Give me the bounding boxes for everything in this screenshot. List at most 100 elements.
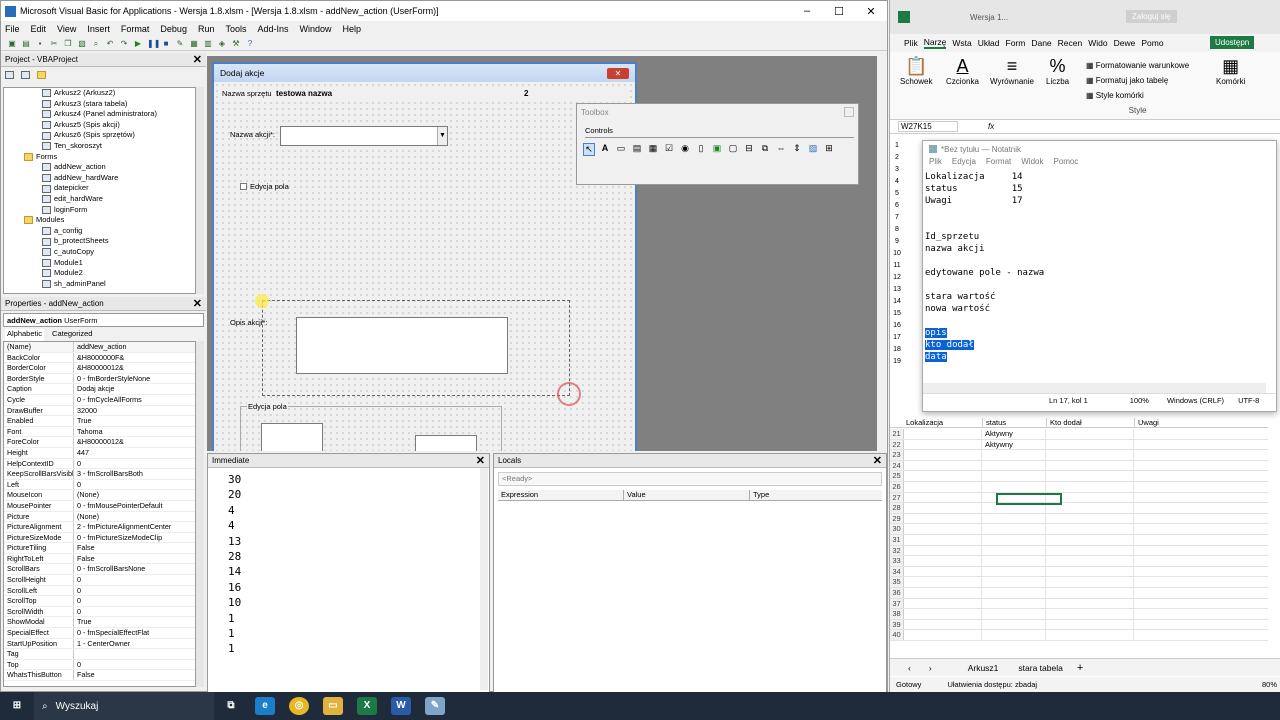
accessibility-status[interactable]: Ułatwienia dostępu: zbadaj bbox=[947, 680, 1037, 689]
table-row[interactable]: 39 bbox=[890, 619, 1268, 631]
property-row[interactable]: DrawBuffer 32000 bbox=[4, 405, 195, 417]
cell-status[interactable]: Aktywny bbox=[982, 439, 1046, 450]
cell-lokalizacja[interactable] bbox=[904, 450, 982, 460]
notepad-text-area[interactable]: Lokalizacja 14 status 15 Uwagi 17 Id_sprzet… bbox=[923, 171, 1276, 383]
cell-lokalizacja[interactable] bbox=[904, 513, 982, 524]
redo-icon[interactable]: ↷ bbox=[119, 39, 129, 49]
cell-uwagi[interactable] bbox=[1134, 567, 1268, 577]
menu-debug[interactable]: Debug bbox=[160, 24, 187, 34]
commandbutton-tool-icon[interactable]: ▢ bbox=[727, 143, 739, 156]
property-row[interactable]: ShowModal True bbox=[4, 617, 195, 629]
object-browser-icon[interactable]: ◈ bbox=[217, 39, 227, 49]
property-value[interactable]: 0 - fmPictureSizeModeClip bbox=[74, 533, 195, 543]
table-row[interactable]: 28 bbox=[890, 503, 1268, 514]
textbox-tool-icon[interactable]: ▭ bbox=[615, 143, 627, 156]
property-value[interactable]: False bbox=[74, 543, 195, 553]
active-cell[interactable] bbox=[996, 493, 1062, 505]
tree-item[interactable]: edit_hardWare bbox=[4, 194, 195, 205]
tab-categorized[interactable]: Categorized bbox=[52, 329, 92, 341]
property-row[interactable]: ScrollBars 0 - fmScrollBarsNone bbox=[4, 564, 195, 576]
project-scrollbar[interactable] bbox=[196, 87, 204, 294]
row-number[interactable]: 14 bbox=[890, 298, 904, 310]
header-kto-dodal[interactable]: Kto dodał bbox=[1046, 418, 1134, 427]
table-row[interactable]: 32 bbox=[890, 545, 1268, 557]
frame-tool-icon[interactable]: ▣ bbox=[711, 143, 723, 156]
view-code-icon[interactable] bbox=[5, 71, 14, 79]
row-number[interactable]: 36 bbox=[890, 587, 904, 598]
header-lokalizacja[interactable]: Lokalizacja bbox=[890, 418, 982, 427]
property-value[interactable]: Dodaj akcje bbox=[74, 384, 195, 394]
property-value[interactable]: 0 bbox=[74, 480, 195, 490]
property-row[interactable]: ScrollWidth 0 bbox=[4, 606, 195, 618]
edycja-checkbox[interactable]: Edycja pola bbox=[240, 182, 289, 191]
cell-status[interactable] bbox=[982, 577, 1046, 587]
property-value[interactable]: (None) bbox=[74, 512, 195, 522]
table-row[interactable]: 22 Aktywny bbox=[890, 439, 1268, 451]
property-value[interactable] bbox=[74, 649, 195, 659]
property-value[interactable]: True bbox=[74, 617, 195, 627]
table-row[interactable]: 30 bbox=[890, 524, 1268, 535]
tab-alphabetic[interactable]: Alphabetic bbox=[5, 329, 45, 341]
toolbox-tab[interactable]: Controls bbox=[585, 126, 854, 138]
cell-status[interactable]: Aktywny bbox=[982, 429, 1046, 439]
cell-status[interactable] bbox=[982, 534, 1046, 545]
tab-dane[interactable]: Dane bbox=[1031, 38, 1051, 48]
cell-lokalizacja[interactable] bbox=[904, 524, 982, 534]
togglebutton-tool-icon[interactable]: ▯ bbox=[695, 143, 707, 156]
property-row[interactable]: Left 0 bbox=[4, 479, 195, 491]
row-number[interactable]: 29 bbox=[890, 513, 904, 524]
cell-kto-dodal[interactable] bbox=[1046, 534, 1134, 545]
property-value[interactable]: False bbox=[74, 554, 195, 564]
property-row[interactable]: MousePointer 0 - fmMousePointerDefault bbox=[4, 500, 195, 512]
cell-status[interactable] bbox=[982, 619, 1046, 630]
tree-item[interactable]: a_config bbox=[4, 226, 195, 237]
listbox-tool-icon[interactable]: ▦ bbox=[647, 143, 659, 156]
property-row[interactable]: Caption Dodaj akcje bbox=[4, 384, 195, 395]
property-row[interactable]: MouseIcon (None) bbox=[4, 490, 195, 501]
tree-item[interactable]: b_protectSheets bbox=[4, 236, 195, 247]
property-row[interactable]: ScrollTop 0 bbox=[4, 596, 195, 607]
fx-icon[interactable]: fx bbox=[988, 122, 994, 131]
cell-uwagi[interactable] bbox=[1134, 599, 1268, 609]
property-row[interactable]: ScrollLeft 0 bbox=[4, 585, 195, 597]
cell-uwagi[interactable] bbox=[1134, 440, 1268, 450]
break-icon[interactable]: ❚❚ bbox=[147, 39, 160, 49]
cell-status[interactable] bbox=[982, 556, 1046, 566]
optionbutton-tool-icon[interactable]: ◉ bbox=[679, 143, 691, 156]
properties-scrollbar[interactable] bbox=[196, 341, 204, 687]
cell-kto-dodal[interactable] bbox=[1046, 524, 1134, 534]
tree-item[interactable]: Arkusz5 (Spis akcji) bbox=[4, 120, 195, 131]
cell-kto-dodal[interactable] bbox=[1046, 619, 1134, 630]
row-number[interactable]: 7 bbox=[890, 214, 904, 226]
cell-status[interactable] bbox=[982, 609, 1046, 619]
property-value[interactable]: 3 - fmScrollBarsBoth bbox=[74, 469, 195, 479]
row-number[interactable]: 19 bbox=[890, 358, 904, 370]
row-number[interactable]: 6 bbox=[890, 202, 904, 214]
row-number[interactable]: 17 bbox=[890, 334, 904, 346]
col-type[interactable]: Type bbox=[750, 490, 769, 500]
np-menu-plik[interactable]: Plik bbox=[929, 157, 942, 171]
row-number[interactable]: 26 bbox=[890, 481, 904, 492]
menu-edit[interactable]: Edit bbox=[31, 24, 47, 34]
cell-uwagi[interactable] bbox=[1134, 450, 1268, 460]
tree-item[interactable]: Arkusz2 (Arkusz2) bbox=[4, 88, 195, 99]
np-menu-format[interactable]: Format bbox=[986, 157, 1011, 171]
tree-item[interactable]: Forms bbox=[4, 152, 195, 163]
scrollbar-tool-icon[interactable]: ⇔ bbox=[775, 143, 787, 156]
row-number[interactable]: 15 bbox=[890, 310, 904, 322]
cell-status[interactable] bbox=[982, 524, 1046, 534]
toolbox-icon[interactable]: ⚒ bbox=[231, 39, 241, 49]
row-number[interactable]: 30 bbox=[890, 524, 904, 534]
add-sheet-icon[interactable]: + bbox=[1077, 662, 1083, 674]
row-number[interactable]: 22 bbox=[890, 439, 904, 450]
cell-kto-dodal[interactable] bbox=[1046, 630, 1134, 640]
name-box[interactable]: W27K15 bbox=[898, 121, 958, 132]
table-row[interactable]: 25 bbox=[890, 471, 1268, 482]
np-menu-pomoc[interactable]: Pomoc bbox=[1053, 157, 1078, 171]
tree-item[interactable]: Module2 bbox=[4, 268, 195, 279]
tree-item[interactable]: Arkusz4 (Panel administratora) bbox=[4, 109, 195, 120]
property-row[interactable]: Enabled True bbox=[4, 416, 195, 427]
tree-item[interactable]: addNew_hardWare bbox=[4, 173, 195, 184]
undo-icon[interactable]: ↶ bbox=[105, 39, 115, 49]
cell-status[interactable] bbox=[982, 450, 1046, 460]
